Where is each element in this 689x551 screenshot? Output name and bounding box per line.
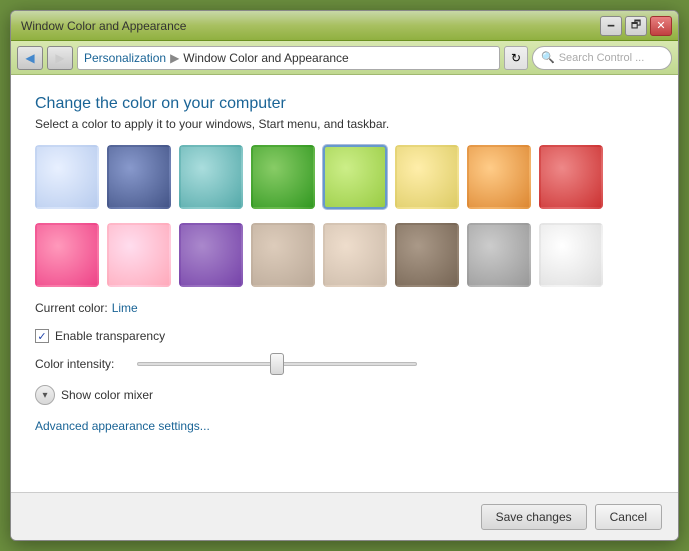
swatch-lemon[interactable] — [395, 145, 459, 209]
swatch-dusk[interactable] — [251, 223, 315, 287]
swatch-lime[interactable] — [323, 145, 387, 209]
swatch-twilight[interactable] — [107, 145, 171, 209]
restore-button[interactable]: 🗗 — [625, 16, 647, 36]
transparency-label: Enable transparency — [55, 329, 165, 343]
forward-icon: ▶ — [55, 51, 64, 65]
search-placeholder: Search Control ... — [559, 52, 645, 64]
refresh-button[interactable]: ↻ — [504, 46, 528, 70]
advanced-settings-link[interactable]: Advanced appearance settings... — [35, 419, 654, 433]
main-content: Change the color on your computer Select… — [11, 75, 678, 492]
address-breadcrumb: Personalization ▶ Window Color and Appea… — [77, 46, 500, 70]
breadcrumb-page: Window Color and Appearance — [183, 51, 348, 65]
refresh-icon: ↻ — [511, 51, 521, 65]
expand-icon: ▾ — [42, 390, 47, 401]
footer: Save changes Cancel — [11, 492, 678, 540]
breadcrumb-personalization[interactable]: Personalization — [84, 51, 166, 65]
search-icon: 🔍 — [541, 51, 555, 64]
breadcrumb-sep: ▶ — [170, 51, 179, 65]
transparency-checkbox[interactable]: ✓ — [35, 329, 49, 343]
cancel-button[interactable]: Cancel — [595, 504, 662, 530]
back-icon: ◀ — [25, 51, 34, 65]
window-title: Window Color and Appearance — [17, 19, 596, 33]
swatch-forest[interactable] — [251, 145, 315, 209]
intensity-slider-track[interactable] — [137, 362, 417, 366]
main-window: Window Color and Appearance 🗕 🗗 ✕ ◀ ▶ Pe… — [10, 10, 679, 541]
color-swatches-row2 — [35, 223, 654, 287]
color-swatches-row1 — [35, 145, 654, 209]
minimize-button[interactable]: 🗕 — [600, 16, 622, 36]
title-bar-controls: 🗕 🗗 ✕ — [600, 16, 672, 36]
close-button[interactable]: ✕ — [650, 16, 672, 36]
intensity-label: Color intensity: — [35, 357, 125, 371]
search-box[interactable]: 🔍 Search Control ... — [532, 46, 672, 70]
show-mixer-row[interactable]: ▾ Show color mixer — [35, 385, 654, 405]
show-mixer-label: Show color mixer — [61, 388, 153, 402]
page-title: Change the color on your computer — [35, 95, 654, 113]
swatch-seafoam[interactable] — [179, 145, 243, 209]
swatch-pumpkin[interactable] — [467, 145, 531, 209]
back-button[interactable]: ◀ — [17, 46, 43, 70]
swatch-storm[interactable] — [467, 223, 531, 287]
page-subtitle: Select a color to apply it to your windo… — [35, 117, 654, 131]
swatch-blush[interactable] — [539, 145, 603, 209]
title-bar: Window Color and Appearance 🗕 🗗 ✕ — [11, 11, 678, 41]
swatch-rose[interactable] — [35, 223, 99, 287]
transparency-row: ✓ Enable transparency — [35, 329, 654, 343]
current-color-row: Current color: Lime — [35, 301, 654, 315]
swatch-frost[interactable] — [107, 223, 171, 287]
address-bar: ◀ ▶ Personalization ▶ Window Color and A… — [11, 41, 678, 75]
intensity-slider-thumb[interactable] — [270, 353, 284, 375]
forward-button[interactable]: ▶ — [47, 46, 73, 70]
current-color-label: Current color: — [35, 301, 108, 315]
swatch-wheat[interactable] — [323, 223, 387, 287]
expand-mixer-button[interactable]: ▾ — [35, 385, 55, 405]
swatch-bark[interactable] — [395, 223, 459, 287]
current-color-value: Lime — [112, 301, 138, 315]
intensity-row: Color intensity: — [35, 357, 654, 371]
swatch-sky[interactable] — [35, 145, 99, 209]
save-button[interactable]: Save changes — [481, 504, 587, 530]
swatch-pearl[interactable] — [539, 223, 603, 287]
swatch-violet[interactable] — [179, 223, 243, 287]
